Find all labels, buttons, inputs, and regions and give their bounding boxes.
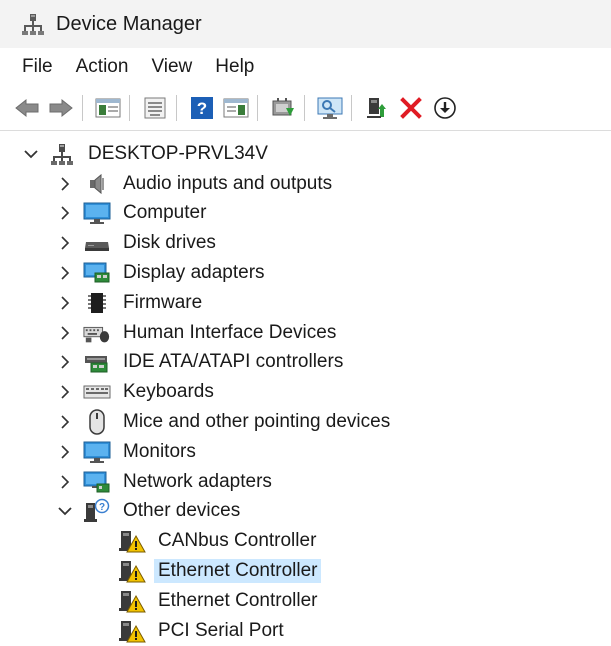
toolbar-separator: [304, 95, 305, 121]
forward-arrow-icon[interactable]: [46, 93, 76, 123]
menu-help[interactable]: Help: [215, 56, 269, 78]
toolbar-separator: [257, 95, 258, 121]
tree-root[interactable]: DESKTOP-PRVL34V: [0, 139, 611, 169]
tree-device-label: Ethernet Controller: [154, 559, 322, 584]
menu-bar: File Action View Help: [0, 48, 611, 86]
tree-category-mice[interactable]: Mice and other pointing devices: [0, 407, 611, 437]
tree-category-label: Keyboards: [123, 381, 214, 403]
action-pane-icon[interactable]: [221, 93, 251, 123]
monitor-icon: [83, 439, 111, 465]
tree-category-display-adapters[interactable]: Display adapters: [0, 258, 611, 288]
svg-text:?: ?: [197, 99, 207, 118]
chevron-right-icon[interactable]: [58, 177, 72, 191]
chevron-right-icon[interactable]: [58, 206, 72, 221]
tree-category-label: Mice and other pointing devices: [123, 411, 391, 433]
tree-root-label: DESKTOP-PRVL34V: [88, 142, 268, 164]
tree-category-other-devices[interactable]: ? Other devices: [0, 497, 611, 527]
menu-view[interactable]: View: [151, 56, 207, 78]
hid-icon: [83, 320, 111, 346]
tree-device-canbus-controller[interactable]: CANbus Controller: [0, 526, 611, 556]
toolbar-separator: [176, 95, 177, 121]
tree-device-label: CANbus Controller: [158, 530, 317, 552]
window-title: Device Manager: [56, 12, 202, 35]
tree-category-network-adapters[interactable]: Network adapters: [0, 467, 611, 497]
tree-category-label: Monitors: [123, 440, 196, 462]
svg-text:?: ?: [99, 502, 105, 513]
menu-action[interactable]: Action: [76, 56, 144, 78]
chevron-right-icon[interactable]: [58, 355, 72, 370]
mouse-icon: [83, 409, 111, 435]
disk-drive-icon: [83, 230, 111, 256]
chevron-right-icon[interactable]: [58, 296, 72, 310]
tree-category-disk-drives[interactable]: Disk drives: [0, 228, 611, 258]
warning-device-icon: [118, 618, 146, 644]
tree-category-hid[interactable]: Human Interface Devices: [0, 318, 611, 348]
network-adapter-icon: [83, 469, 111, 495]
toolbar: ?: [0, 86, 611, 131]
toolbar-separator: [129, 95, 130, 121]
chevron-right-icon[interactable]: [58, 326, 72, 340]
chevron-right-icon[interactable]: [58, 385, 72, 399]
monitor-icon: [83, 200, 111, 226]
display-adapter-icon: [83, 260, 111, 286]
tree-category-audio[interactable]: Audio inputs and outputs: [0, 169, 611, 199]
chevron-right-icon[interactable]: [58, 415, 72, 429]
update-driver-icon[interactable]: [268, 93, 298, 123]
tree-device-label: PCI Serial Port: [158, 619, 284, 641]
warning-device-icon: [118, 588, 146, 614]
tree-device-ethernet-controller-selected[interactable]: Ethernet Controller: [0, 556, 611, 586]
keyboard-icon: [83, 379, 111, 405]
toolbar-separator: [82, 95, 83, 121]
tree-device-label: Ethernet Controller: [158, 589, 318, 611]
tree-category-label: Audio inputs and outputs: [123, 172, 333, 194]
tree-category-keyboards[interactable]: Keyboards: [0, 377, 611, 407]
tree-category-label: Other devices: [123, 500, 241, 522]
warning-device-icon: [118, 528, 146, 554]
back-arrow-icon[interactable]: [12, 93, 42, 123]
tree-device-pci-serial-port[interactable]: PCI Serial Port: [0, 616, 611, 646]
chevron-right-icon[interactable]: [58, 236, 72, 250]
tree-category-monitors[interactable]: Monitors: [0, 437, 611, 467]
tree-category-label: Firmware: [123, 291, 203, 313]
toolbar-separator: [351, 95, 352, 121]
tree-category-label: Network adapters: [123, 470, 272, 492]
chevron-down-icon[interactable]: [24, 147, 38, 161]
tree-category-label: Disk drives: [123, 232, 216, 254]
chevron-right-icon[interactable]: [58, 266, 72, 280]
chip-icon: [83, 290, 111, 316]
device-manager-icon: [22, 13, 44, 35]
uninstall-device-icon[interactable]: [396, 93, 426, 123]
speaker-icon: [83, 171, 111, 197]
tree-category-computer[interactable]: Computer: [0, 199, 611, 229]
chevron-down-icon[interactable]: [58, 504, 72, 518]
tree-device-ethernet-controller[interactable]: Ethernet Controller: [0, 586, 611, 616]
help-icon[interactable]: ?: [187, 93, 217, 123]
properties-icon[interactable]: [140, 93, 170, 123]
tree-category-label: Display adapters: [123, 262, 265, 284]
unknown-device-icon: ?: [83, 498, 111, 524]
enable-device-icon[interactable]: [362, 93, 392, 123]
tree-category-label: Computer: [123, 202, 207, 224]
chevron-right-icon[interactable]: [58, 475, 72, 489]
tree-category-label: Human Interface Devices: [123, 321, 337, 343]
chevron-right-icon[interactable]: [58, 445, 72, 459]
download-icon[interactable]: [430, 93, 460, 123]
tree-category-label: IDE ATA/ATAPI controllers: [123, 351, 344, 373]
tree-category-firmware[interactable]: Firmware: [0, 288, 611, 318]
device-tree: DESKTOP-PRVL34V Audio inputs and outputs…: [0, 139, 611, 646]
scan-hardware-icon[interactable]: [315, 93, 345, 123]
title-bar: Device Manager: [0, 0, 611, 48]
computer-tower-icon: [48, 141, 76, 167]
menu-file[interactable]: File: [22, 56, 68, 78]
show-hide-console-tree-icon[interactable]: [93, 93, 123, 123]
ide-controller-icon: [83, 349, 111, 375]
warning-device-icon: [118, 558, 146, 584]
tree-category-ide[interactable]: IDE ATA/ATAPI controllers: [0, 348, 611, 378]
